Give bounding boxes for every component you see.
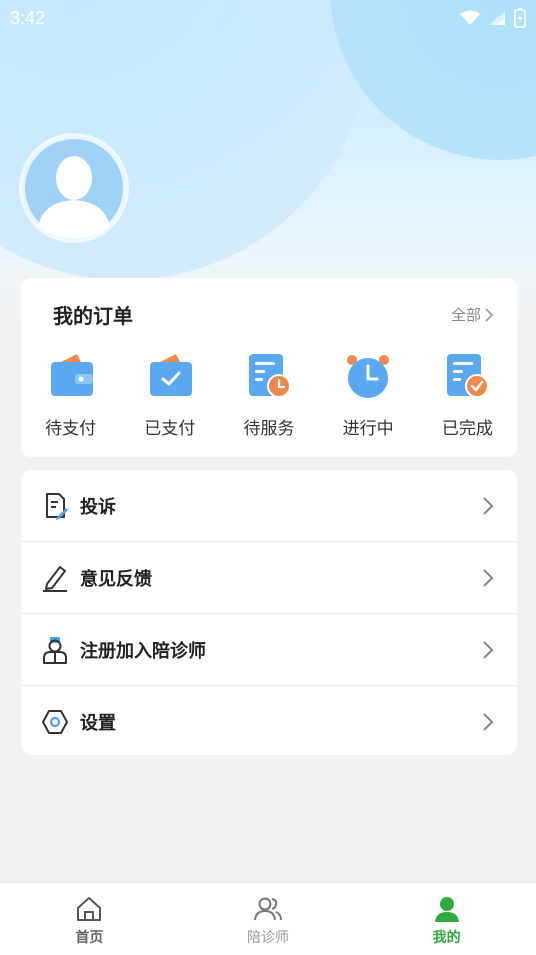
order-status-label: 已完成 bbox=[441, 419, 493, 439]
order-status-label: 待服务 bbox=[243, 419, 295, 439]
order-status-row: 待支付 已支付 待服务 进行中 已完成 bbox=[21, 352, 517, 439]
chevron-right-icon bbox=[485, 307, 493, 322]
bottom-tab-bar: 首页 陪诊师 我的 bbox=[0, 882, 536, 955]
tab-label: 我的 bbox=[432, 930, 461, 946]
wallet-check-icon bbox=[149, 354, 192, 396]
tab-label: 陪诊师 bbox=[247, 930, 289, 946]
menu-item-label: 设置 bbox=[80, 712, 116, 734]
doctor-icon bbox=[43, 636, 67, 664]
order-status-in-progress[interactable]: 进行中 bbox=[323, 352, 413, 439]
tab-companion[interactable]: 陪诊师 bbox=[179, 883, 358, 955]
menu-item-label: 投诉 bbox=[80, 496, 116, 518]
tab-label: 首页 bbox=[75, 930, 104, 946]
menu-item-label: 意见反馈 bbox=[80, 568, 152, 590]
chevron-right-icon bbox=[483, 712, 494, 731]
order-status-label: 已支付 bbox=[144, 419, 196, 439]
person-icon bbox=[434, 897, 459, 922]
orders-title: 我的订单 bbox=[53, 304, 133, 328]
avatar[interactable] bbox=[22, 136, 126, 240]
order-status-label: 待支付 bbox=[45, 419, 97, 439]
status-time: 3:42 bbox=[10, 8, 46, 28]
chevron-right-icon bbox=[483, 568, 494, 587]
menu-item-settings[interactable]: 设置 bbox=[21, 686, 517, 757]
wifi-icon bbox=[460, 10, 480, 25]
chevron-right-icon bbox=[483, 496, 494, 515]
pencil-icon bbox=[43, 565, 67, 592]
complaint-document-icon bbox=[46, 492, 68, 520]
home-icon bbox=[77, 897, 102, 921]
menu-item-complaint[interactable]: 投诉 bbox=[21, 470, 517, 542]
order-status-label: 进行中 bbox=[342, 419, 394, 439]
menu-item-feedback[interactable]: 意见反馈 bbox=[21, 542, 517, 614]
menu-card: 投诉 意见反馈 注册加入陪诊师 设置 bbox=[21, 470, 517, 755]
document-check-icon bbox=[447, 354, 490, 398]
order-status-completed[interactable]: 已完成 bbox=[422, 352, 512, 439]
wallet-icon bbox=[50, 354, 93, 396]
view-all-orders-link[interactable]: 全部 bbox=[451, 304, 493, 325]
signal-icon bbox=[489, 11, 505, 25]
menu-item-register-companion[interactable]: 注册加入陪诊师 bbox=[21, 614, 517, 686]
default-avatar-icon bbox=[25, 139, 123, 238]
tab-home[interactable]: 首页 bbox=[0, 883, 179, 955]
tab-mine[interactable]: 我的 bbox=[357, 883, 536, 955]
battery-icon bbox=[514, 8, 526, 28]
orders-card: 我的订单 全部 待支付 已支付 待服务 进行中 已完成 bbox=[21, 278, 517, 457]
view-all-label: 全部 bbox=[450, 306, 481, 324]
order-status-awaiting-service[interactable]: 待服务 bbox=[224, 352, 314, 439]
status-bar: 3:42 bbox=[0, 0, 536, 36]
people-icon bbox=[254, 897, 282, 921]
order-status-paid[interactable]: 已支付 bbox=[125, 352, 215, 439]
alarm-clock-icon bbox=[347, 355, 390, 398]
order-status-pending-payment[interactable]: 待支付 bbox=[26, 352, 116, 439]
document-clock-icon bbox=[248, 354, 291, 398]
chevron-right-icon bbox=[483, 640, 494, 659]
hexagon-settings-icon bbox=[42, 709, 68, 734]
menu-item-label: 注册加入陪诊师 bbox=[80, 640, 206, 662]
